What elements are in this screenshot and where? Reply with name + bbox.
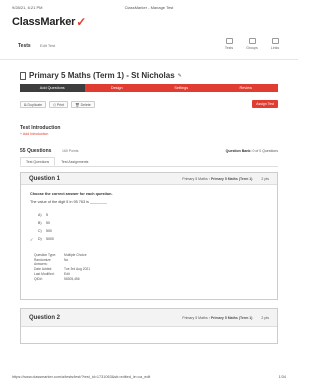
option-letter: A) — [38, 213, 42, 217]
question-bank-value: 0 of 0 Questions — [252, 149, 279, 153]
step-add-questions[interactable]: Add Questions — [20, 84, 85, 92]
question-tabs: Test Questions Test Assignments — [20, 157, 278, 167]
print-page-number: 1/34 — [278, 375, 286, 379]
nav-links-label: Links — [270, 46, 280, 50]
print-label: Print — [56, 102, 65, 107]
tab-test-questions[interactable]: Test Questions — [20, 157, 56, 166]
delete-label: Delete — [80, 102, 91, 107]
top-nav: Tests Edit Test Tests Groups Links — [0, 38, 298, 60]
edit-pencil-icon[interactable]: ✎ — [178, 73, 182, 79]
answer-option: B) 50 — [38, 219, 268, 227]
answer-option-correct: ✓ D) 5000 — [30, 235, 268, 243]
step-review[interactable]: Review — [213, 84, 278, 92]
question-header: Question 1 Primary 5 Maths › Primary 5 M… — [21, 173, 277, 185]
print-title: ClassMarker - Manage Test — [124, 5, 174, 10]
info-key: QID#: — [34, 277, 43, 281]
question-body: Choose the correct answer for each quest… — [21, 185, 277, 288]
question-category-text: Primary 5 Maths — [182, 176, 208, 181]
info-key: Question Type: — [34, 253, 57, 257]
info-key: Randomize Answers: — [34, 258, 51, 266]
question-test-text: Primary 5 Maths (Term 1) — [210, 176, 253, 181]
info-key: Date Added: — [34, 267, 53, 271]
option-text: 5000 — [46, 237, 54, 241]
question-category: Primary 5 Maths › Primary 5 Maths (Term … — [182, 315, 253, 320]
question-stem: The value of the digit 5 in 95 763 is __… — [30, 200, 107, 204]
answer-option: C) 500 — [38, 227, 268, 235]
info-value: Multiple Choice — [64, 253, 87, 257]
print-footer: https://www.classmarker.com/a/tests/test… — [12, 375, 286, 379]
delete-button[interactable]: 🗑 Delete — [71, 101, 95, 108]
info-key: Last Modified: — [34, 272, 55, 276]
test-actions: ⧉ Duplicate ⎙ Print 🗑 Delete — [20, 101, 95, 108]
print-button[interactable]: ⎙ Print — [49, 101, 69, 108]
option-letter: B) — [38, 221, 42, 225]
nav-links-button[interactable]: Links — [268, 38, 282, 50]
add-introduction-link[interactable]: + Add Introduction — [20, 132, 48, 136]
nav-tests-label: Tests — [224, 46, 234, 50]
info-value: Edit — [64, 272, 70, 276]
edit-test-link[interactable]: Edit Test — [40, 43, 55, 48]
option-text: 500 — [46, 229, 52, 233]
tab-test-assignments-label: Test Assignments — [61, 159, 89, 164]
duplicate-label: Duplicate — [27, 102, 43, 107]
assign-test-button[interactable]: Assign Test — [252, 100, 278, 108]
question-bank[interactable]: Question Bank: 0 of 0 Questions — [226, 149, 278, 153]
classmarker-logo[interactable]: ClassMarker ✓ — [12, 15, 86, 29]
question-test-text: Primary 5 Maths (Term 1) — [210, 315, 253, 320]
question-bank-label: Question Bank: — [225, 149, 252, 153]
tab-test-assignments[interactable]: Test Assignments — [55, 157, 94, 166]
question-instruction: Choose the correct answer for each quest… — [30, 192, 113, 196]
duplicate-icon: ⧉ — [24, 102, 27, 107]
nav-tests-button[interactable]: Tests — [222, 38, 236, 50]
nav-tools: Tests Groups Links — [222, 38, 282, 50]
assign-test-label: Assign Test — [256, 102, 274, 106]
test-title-text: Primary 5 Maths (Term 1) - St Nicholas — [29, 71, 175, 80]
option-text: 5 — [46, 213, 48, 217]
print-url: https://www.classmarker.com/a/tests/test… — [12, 375, 151, 379]
duplicate-button[interactable]: ⧉ Duplicate — [20, 101, 47, 108]
question-count: 55 Questions — [20, 148, 52, 154]
question-category-text: Primary 5 Maths — [182, 315, 208, 320]
option-text: 50 — [46, 221, 50, 225]
question-card: Question 1 Primary 5 Maths › Primary 5 M… — [20, 172, 278, 300]
print-icon: ⎙ — [53, 102, 56, 107]
question-meta: Primary 5 Maths › Primary 5 Maths (Term … — [182, 316, 269, 320]
step-settings[interactable]: Settings — [149, 84, 214, 92]
nav-groups-button[interactable]: Groups — [245, 38, 259, 50]
intro-heading: Test Introduction — [20, 125, 61, 131]
answer-option: A) 5 — [38, 211, 268, 219]
info-value: No — [64, 258, 69, 262]
option-letter: D) — [38, 237, 42, 241]
logo-check-icon: ✓ — [76, 15, 87, 29]
question-title: Question 2 — [29, 314, 61, 321]
info-value: Tue 3rd Aug 2021 — [64, 267, 91, 271]
nav-groups-label: Groups — [246, 46, 258, 50]
step-design[interactable]: Design — [84, 84, 149, 92]
document-icon — [20, 71, 26, 80]
links-icon — [271, 38, 279, 44]
question-points: 2 pts — [261, 315, 269, 320]
print-header: 9/28/21, 6:21 PM ClassMarker - Manage Te… — [12, 5, 286, 13]
question-points: 2 pts — [261, 176, 269, 181]
total-points: 160 Points — [62, 149, 79, 153]
trash-icon: 🗑 — [75, 102, 80, 107]
info-value: 56305,456 — [64, 277, 80, 281]
option-letter: C) — [38, 229, 42, 233]
section-title: Tests — [18, 43, 31, 49]
logo-text: ClassMarker — [12, 16, 76, 28]
groups-icon — [248, 38, 256, 44]
step-bar: Add Questions Design Settings Review — [20, 84, 278, 92]
question-info: Question Type: Multiple Choice Randomize … — [34, 253, 268, 281]
question-meta: Primary 5 Maths › Primary 5 Maths (Term … — [182, 177, 269, 181]
answer-options: A) 5 B) 50 C) 500 ✓ D) 5000 — [30, 211, 268, 243]
tests-icon — [225, 38, 233, 44]
question-title: Question 1 — [29, 175, 61, 182]
correct-check-icon: ✓ — [30, 236, 34, 242]
question-category: Primary 5 Maths › Primary 5 Maths (Term … — [182, 176, 253, 181]
question-card: Question 2 Primary 5 Maths › Primary 5 M… — [20, 308, 278, 344]
question-header: Question 2 Primary 5 Maths › Primary 5 M… — [21, 309, 277, 327]
test-title: Primary 5 Maths (Term 1) - St Nicholas ✎ — [20, 71, 182, 80]
